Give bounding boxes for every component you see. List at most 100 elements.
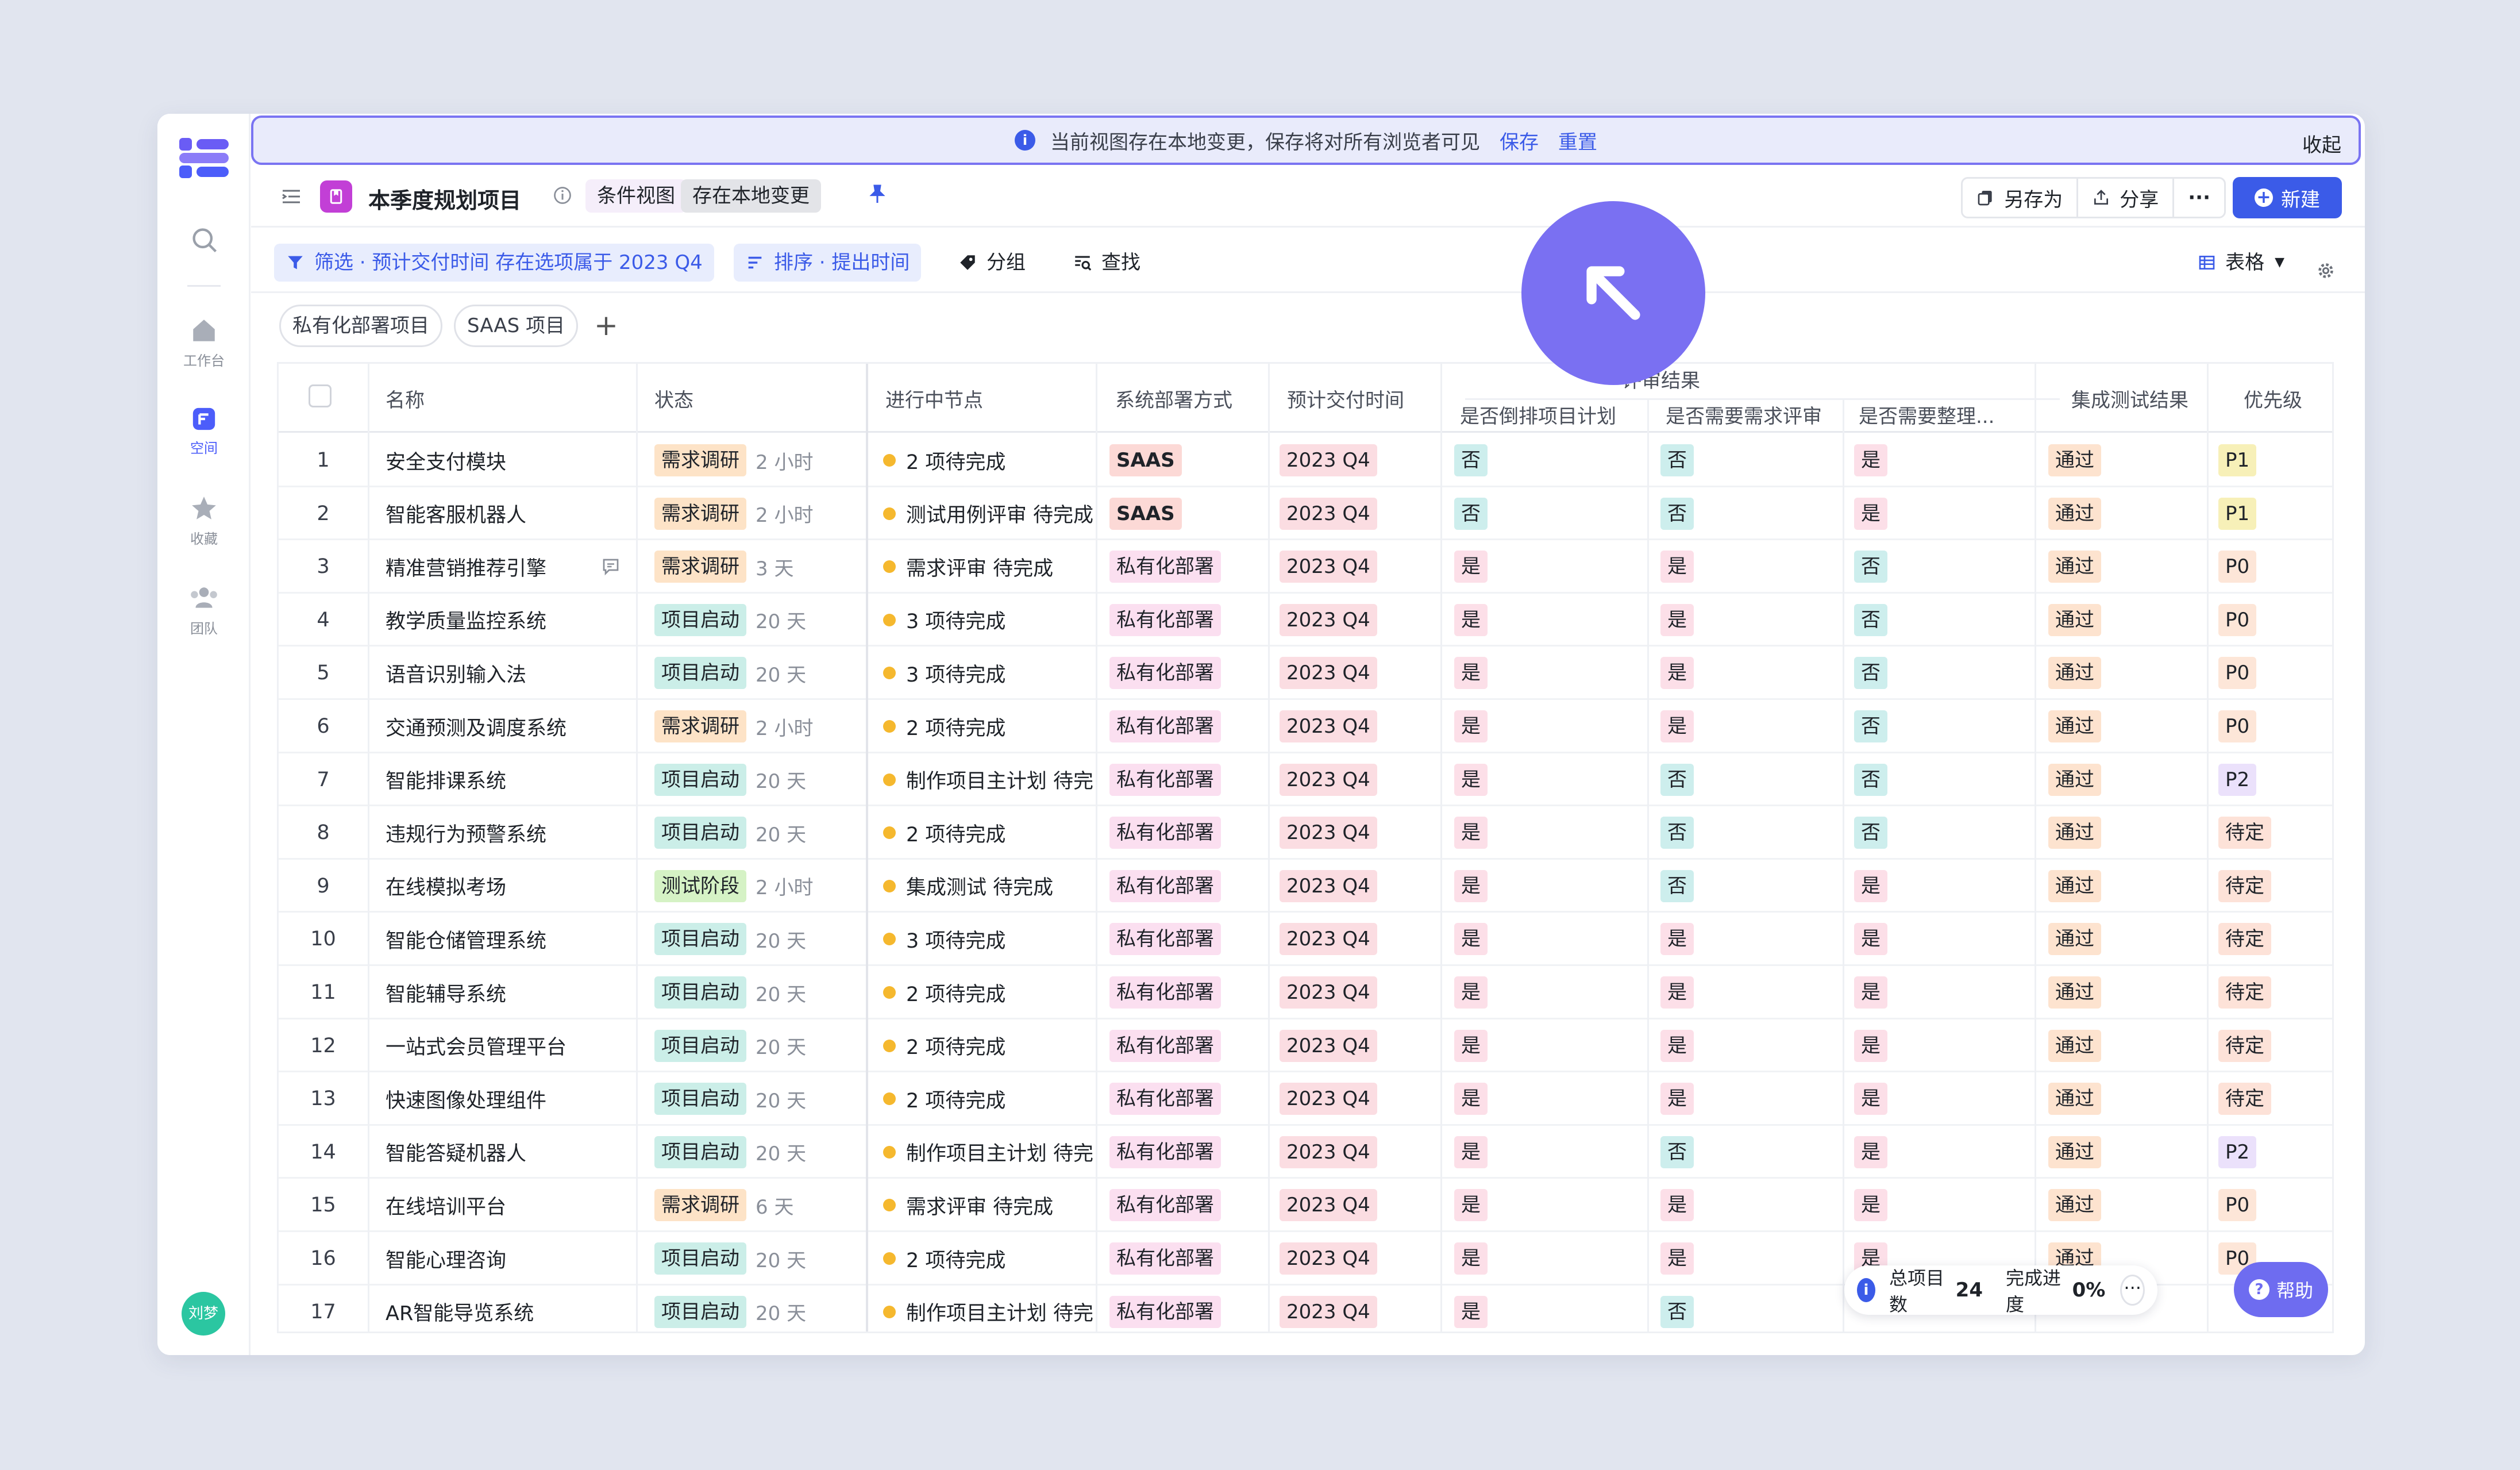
delivery-cell[interactable]: 2023 Q4 <box>1280 487 1438 540</box>
sort-button[interactable]: 排序 · 提出时间 <box>734 244 922 282</box>
condition-view-tag[interactable]: 条件视图 <box>585 179 687 213</box>
delivery-cell[interactable]: 2023 Q4 <box>1280 966 1438 1019</box>
status-cell[interactable]: 项目启动 20 天 <box>654 806 861 859</box>
view-switcher[interactable]: 表格 ▼ <box>2186 244 2296 282</box>
name-cell[interactable]: 教学质量监控系统 <box>386 594 633 647</box>
status-cell[interactable]: 需求调研 3 天 <box>654 540 861 593</box>
node-cell[interactable]: 制作项目主计划 待完 <box>883 1286 1093 1332</box>
node-cell[interactable]: 测试用例评审 待完成 <box>883 487 1093 540</box>
reset-link[interactable]: 重置 <box>1558 126 1597 155</box>
node-cell[interactable]: 3 项待完成 <box>883 913 1093 965</box>
table-row[interactable]: 11 智能辅导系统 项目启动 20 天 2 项待完成 私有化部署 2023 Q4 是 是 是 通过 待… <box>279 966 2332 1019</box>
deploy-cell[interactable]: SAAS <box>1109 487 1265 540</box>
table-row[interactable]: 5 语音识别输入法 项目启动 20 天 3 项待完成 私有化部署 2023 Q4 是 是 否 通过 P… <box>279 647 2332 700</box>
filter-button[interactable]: 筛选 · 预计交付时间 存在选项属于 2023 Q4 <box>274 244 714 282</box>
search-icon[interactable] <box>190 225 219 255</box>
status-cell[interactable]: 需求调研 2 小时 <box>654 700 861 753</box>
name-cell[interactable]: 违规行为预警系统 <box>386 806 633 859</box>
review-r1-cell[interactable]: 是 <box>1454 753 1644 806</box>
node-cell[interactable]: 2 项待完成 <box>883 806 1093 859</box>
test-cell[interactable]: 通过 <box>2048 594 2203 647</box>
status-cell[interactable]: 项目启动 20 天 <box>654 913 861 965</box>
priority-cell[interactable]: P0 <box>2218 540 2332 593</box>
review-r3-cell[interactable]: 是 <box>1854 913 2032 965</box>
table-row[interactable]: 10 智能仓储管理系统 项目启动 20 天 3 项待完成 私有化部署 2023 Q4 是 是 是 通… <box>279 913 2332 966</box>
name-cell[interactable]: 快速图像处理组件 <box>386 1072 633 1125</box>
summary-more-button[interactable]: ··· <box>2120 1275 2145 1306</box>
status-cell[interactable]: 项目启动 20 天 <box>654 594 861 647</box>
node-cell[interactable]: 2 项待完成 <box>883 1019 1093 1072</box>
test-cell[interactable]: 通过 <box>2048 753 2203 806</box>
more-button[interactable]: ··· <box>2174 179 2224 217</box>
node-cell[interactable]: 制作项目主计划 待完 <box>883 753 1093 806</box>
node-cell[interactable]: 2 项待完成 <box>883 434 1093 487</box>
review-r3-cell[interactable]: 是 <box>1854 434 2032 487</box>
deploy-cell[interactable]: 私有化部署 <box>1109 1072 1265 1125</box>
priority-cell[interactable]: 待定 <box>2218 913 2332 965</box>
delivery-cell[interactable]: 2023 Q4 <box>1280 1179 1438 1232</box>
review-r1-cell[interactable]: 是 <box>1454 1232 1644 1285</box>
priority-cell[interactable]: P0 <box>2218 594 2332 647</box>
avatar[interactable]: 刘梦 <box>182 1292 225 1336</box>
priority-cell[interactable]: 待定 <box>2218 966 2332 1019</box>
review-r2-cell[interactable]: 否 <box>1660 487 1840 540</box>
table-row[interactable]: 2 智能客服机器人 需求调研 2 小时 测试用例评审 待完成 SAAS 2023 Q4 否 否 是… <box>279 487 2332 541</box>
delivery-cell[interactable]: 2023 Q4 <box>1280 1286 1438 1332</box>
name-cell[interactable]: 智能答疑机器人 <box>386 1126 633 1179</box>
review-r3-cell[interactable]: 是 <box>1854 966 2032 1019</box>
review-r3-cell[interactable]: 否 <box>1854 540 2032 593</box>
priority-cell[interactable]: P1 <box>2218 434 2332 487</box>
review-r1-cell[interactable]: 是 <box>1454 540 1644 593</box>
status-cell[interactable]: 项目启动 20 天 <box>654 647 861 699</box>
test-cell[interactable]: 通过 <box>2048 1072 2203 1125</box>
table-row[interactable]: 3 精准营销推荐引擎 需求调研 3 天 需求评审 待完成 私有化部署 2023 Q4 是 是 否 通… <box>279 540 2332 594</box>
status-cell[interactable]: 项目启动 20 天 <box>654 1232 861 1285</box>
priority-cell[interactable]: P1 <box>2218 487 2332 540</box>
table-row[interactable]: 7 智能排课系统 项目启动 20 天 制作项目主计划 待完 私有化部署 2023 Q4 是 否 否… <box>279 753 2332 807</box>
review-r1-cell[interactable]: 是 <box>1454 700 1644 753</box>
priority-cell[interactable]: 待定 <box>2218 860 2332 913</box>
deploy-cell[interactable]: 私有化部署 <box>1109 1126 1265 1179</box>
review-r2-cell[interactable]: 是 <box>1660 913 1840 965</box>
delivery-cell[interactable]: 2023 Q4 <box>1280 1232 1438 1285</box>
review-r2-cell[interactable]: 否 <box>1660 1286 1840 1332</box>
deploy-cell[interactable]: 私有化部署 <box>1109 806 1265 859</box>
delivery-cell[interactable]: 2023 Q4 <box>1280 1126 1438 1179</box>
table-row[interactable]: 6 交通预测及调度系统 需求调研 2 小时 2 项待完成 私有化部署 2023 Q4 是 是 否 通… <box>279 700 2332 753</box>
review-r1-cell[interactable]: 是 <box>1454 1179 1644 1232</box>
review-r1-cell[interactable]: 是 <box>1454 913 1644 965</box>
priority-cell[interactable]: P2 <box>2218 753 2332 806</box>
review-r1-cell[interactable]: 否 <box>1454 434 1644 487</box>
review-r3-cell[interactable]: 否 <box>1854 647 2032 699</box>
delivery-cell[interactable]: 2023 Q4 <box>1280 1072 1438 1125</box>
deploy-cell[interactable]: 私有化部署 <box>1109 966 1265 1019</box>
node-cell[interactable]: 2 项待完成 <box>883 1072 1093 1125</box>
add-filter-button[interactable]: + <box>594 308 618 343</box>
col-priority[interactable]: 优先级 <box>2244 384 2302 413</box>
review-r3-cell[interactable]: 是 <box>1854 1179 2032 1232</box>
delivery-cell[interactable]: 2023 Q4 <box>1280 434 1438 487</box>
deploy-cell[interactable]: SAAS <box>1109 434 1265 487</box>
sidebar-item-workbench[interactable]: 工作台 <box>157 316 251 370</box>
name-cell[interactable]: 在线培训平台 <box>386 1179 633 1232</box>
col-r1[interactable]: 是否倒排项目计划 <box>1460 401 1616 429</box>
col-r3[interactable]: 是否需要整理... <box>1859 401 1994 429</box>
status-cell[interactable]: 项目启动 20 天 <box>654 966 861 1019</box>
review-r1-cell[interactable]: 是 <box>1454 1019 1644 1072</box>
table-row[interactable]: 8 违规行为预警系统 项目启动 20 天 2 项待完成 私有化部署 2023 Q4 是 否 否 通过… <box>279 806 2332 860</box>
name-cell[interactable]: 智能仓储管理系统 <box>386 913 633 965</box>
status-cell[interactable]: 项目启动 20 天 <box>654 1126 861 1179</box>
test-cell[interactable]: 通过 <box>2048 700 2203 753</box>
deploy-cell[interactable]: 私有化部署 <box>1109 700 1265 753</box>
review-r2-cell[interactable]: 是 <box>1660 594 1840 647</box>
delivery-cell[interactable]: 2023 Q4 <box>1280 540 1438 593</box>
name-cell[interactable]: AR智能导览系统 <box>386 1286 633 1332</box>
review-r2-cell[interactable]: 否 <box>1660 806 1840 859</box>
priority-cell[interactable]: P2 <box>2218 1126 2332 1179</box>
priority-cell[interactable]: 待定 <box>2218 806 2332 859</box>
review-r2-cell[interactable]: 是 <box>1660 1019 1840 1072</box>
col-test[interactable]: 集成测试结果 <box>2071 384 2188 413</box>
review-r3-cell[interactable]: 是 <box>1854 1019 2032 1072</box>
delivery-cell[interactable]: 2023 Q4 <box>1280 1019 1438 1072</box>
review-r1-cell[interactable]: 是 <box>1454 1126 1644 1179</box>
